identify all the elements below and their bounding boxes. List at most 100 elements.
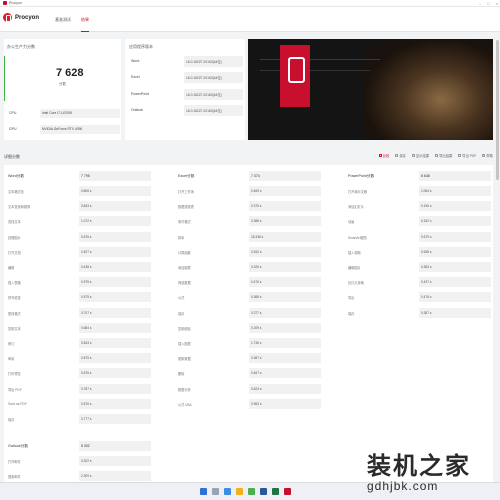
result-row: 打开演示文稿 1.064 s <box>346 186 491 196</box>
version-number: 16.0.18227.20162(64位) <box>184 56 243 67</box>
procyon-mark-icon <box>280 45 310 107</box>
export-icon <box>435 154 439 157</box>
export-pdf-button[interactable]: 导出 PDF <box>458 153 476 158</box>
result-label: 公式 <box>178 296 185 301</box>
save-button[interactable]: 保存 <box>395 153 406 158</box>
result-row: 筛选数据 0.476 s <box>176 277 321 288</box>
brand-name: Procyon <box>15 14 40 21</box>
result-value: 0.576 s <box>79 231 151 242</box>
result-label: Save as PDF <box>8 401 27 406</box>
result-row: 保存 0.777 s <box>6 414 151 424</box>
brand[interactable]: Procyon <box>3 13 39 22</box>
result-label: 打开演示文稿 <box>348 190 368 194</box>
excel-icon[interactable] <box>272 488 279 495</box>
app-icon[interactable] <box>248 488 255 495</box>
result-value: 2.309 s <box>79 471 151 482</box>
result-row: 拼写检查 0.575 s <box>6 292 151 303</box>
search-icon[interactable] <box>212 488 219 495</box>
version-app: Excel <box>131 75 140 79</box>
maximize-icon[interactable]: □ <box>487 1 489 6</box>
result-row: 打开文档 0.527 s <box>6 246 151 257</box>
close-icon[interactable]: × <box>496 1 498 6</box>
procyon-logo-icon <box>3 13 12 22</box>
overall-score: 7 628 <box>56 67 84 79</box>
version-app: Word <box>131 59 140 63</box>
scrollbar-thumb[interactable] <box>496 40 499 180</box>
result-value: 0.875 s <box>79 353 151 364</box>
result-label: 编辑图片 <box>348 266 361 270</box>
help-button[interactable]: 帮助 <box>482 153 493 158</box>
result-label: 导出 <box>348 296 355 301</box>
result-row: 计算函数 0.342 s <box>176 246 321 257</box>
main-nav: 基准测试 结果 <box>55 7 89 32</box>
result-value: 0.467 s <box>249 368 321 379</box>
result-value: 0.975 s <box>79 277 151 288</box>
tab-benchmarks[interactable]: 基准测试 <box>55 7 71 32</box>
result-value: 0.806 s <box>79 186 151 196</box>
result-label: 计算函数 <box>178 250 191 255</box>
result-value: 0.152 s <box>419 216 491 227</box>
result-row: 查找文本 1.072 s <box>6 216 151 227</box>
result-row: 文本格式化 0.806 s <box>6 186 151 196</box>
result-row: 修订 0.843 s <box>6 338 151 348</box>
result-value: 1.072 s <box>79 216 151 227</box>
start-icon[interactable] <box>200 488 207 495</box>
result-row: 打开邮件 0.322 s <box>6 456 151 466</box>
result-value: 0.368 s <box>249 292 321 303</box>
procyon-taskbar-icon[interactable] <box>284 488 291 495</box>
tab-results[interactable]: 结果 <box>81 7 89 32</box>
result-label: 删除 <box>178 372 185 377</box>
result-row: 条件格式 0.386 s <box>176 216 321 227</box>
result-row: 插入视频 0.638 s <box>346 246 491 257</box>
result-value: 0.624 s <box>249 383 321 394</box>
result-label: 导出 PDF <box>8 387 22 392</box>
export-result-button[interactable]: 导出结果 <box>435 153 452 158</box>
result-label: 添加幻灯片 <box>348 205 364 210</box>
hardware-row-cpu: CPU Intel Core i7-14700K <box>7 109 120 118</box>
word-icon[interactable] <box>260 488 267 495</box>
result-value: 0.476 s <box>419 292 491 303</box>
result-label: 公式 VBA <box>178 402 192 407</box>
result-group-header: Outlook分数 5 302 <box>6 441 151 451</box>
result-value: 0.383 s <box>419 262 491 272</box>
browser-icon[interactable] <box>224 488 231 495</box>
hardware-label: GPU <box>9 127 17 131</box>
show-result-button[interactable]: 显示结果 <box>411 153 429 158</box>
result-value: 1.064 s <box>419 186 491 196</box>
score-accent-bar <box>4 56 5 101</box>
result-value: 0.787 s <box>79 383 151 394</box>
result-value: 0.322 s <box>79 456 151 466</box>
group-name: Word分数 <box>8 174 25 178</box>
result-label: 拼写检查 <box>8 296 21 301</box>
result-row: 导出 PDF 0.787 s <box>6 383 151 394</box>
result-row: 排序 18.338 s <box>176 231 321 242</box>
result-row: 保存 0.387 s <box>346 307 491 318</box>
results-toolbar: 比较 保存 显示结果 导出结果 导出 PDF 帮助 <box>378 153 493 158</box>
result-row: 插入表格 0.975 s <box>6 277 151 288</box>
app-header: Procyon 基准测试 结果 <box>0 7 500 32</box>
group-name: Outlook分数 <box>8 444 29 448</box>
app-version-card: 应用程序版本 Word 16.0.18227.20162(64位) Excel … <box>125 39 245 140</box>
compare-button[interactable]: 比较 <box>378 153 389 158</box>
result-row: 更新数据 0.387 s <box>176 353 321 364</box>
pdf-icon <box>458 154 462 157</box>
result-value: 0.469 s <box>249 186 321 196</box>
benchmark-banner-image <box>248 39 493 140</box>
result-value: 0.527 s <box>79 246 151 257</box>
window-titlebar: Procyon – □ × <box>0 0 500 7</box>
result-row: 编辑图片 0.383 s <box>346 262 491 272</box>
version-row: Excel 16.0.18227.20162(64位) <box>129 72 243 83</box>
result-value: 0.576 s <box>79 368 151 379</box>
result-label: 修订 <box>8 342 15 346</box>
version-number: 16.0.18227.20162(64位) <box>184 72 243 83</box>
page-scrollbar[interactable] <box>496 40 499 460</box>
result-value: 0.777 s <box>79 414 151 424</box>
folder-icon[interactable] <box>236 488 243 495</box>
result-value: 0.342 s <box>249 246 321 257</box>
result-value: 0.387 s <box>249 353 321 364</box>
result-row: 编辑 0.438 s <box>6 262 151 272</box>
result-label: 保存 <box>178 311 185 316</box>
minimize-icon[interactable]: – <box>479 1 481 6</box>
result-row: 数据分析 0.624 s <box>176 383 321 394</box>
result-row: 打开工作簿 0.469 s <box>176 186 321 196</box>
